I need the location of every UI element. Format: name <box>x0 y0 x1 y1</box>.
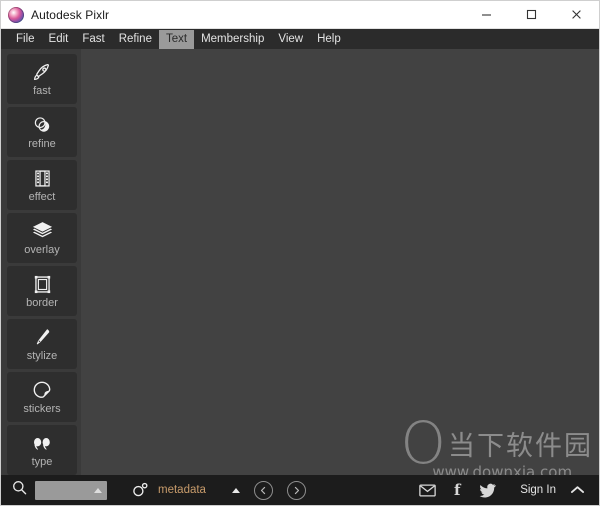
sidebar-item-stylize[interactable]: stylize <box>7 319 77 369</box>
sidebar-item-label: stickers <box>23 403 61 415</box>
minimize-button[interactable] <box>464 1 509 28</box>
sidebar-item-overlay[interactable]: overlay <box>7 213 77 263</box>
window-controls <box>464 1 599 28</box>
sidebar-item-label: fast <box>33 85 51 97</box>
metadata-group[interactable]: metadata <box>131 481 240 499</box>
quote-marks-icon <box>29 432 55 454</box>
film-strip-icon <box>29 167 55 189</box>
menu-item-text[interactable]: Text <box>158 29 195 49</box>
menu-item-help[interactable]: Help <box>310 30 348 49</box>
menu-bar: File Edit Fast Refine Text Membership Vi… <box>1 28 599 49</box>
sidebar-item-refine[interactable]: refine <box>7 107 77 157</box>
menu-item-file[interactable]: File <box>9 30 42 49</box>
sidebar-item-stickers[interactable]: stickers <box>7 372 77 422</box>
sidebar-item-fast[interactable]: fast <box>7 54 77 104</box>
sidebar-item-border[interactable]: border <box>7 266 77 316</box>
tool-sidebar: fast refine effect overlay border styliz… <box>1 49 81 475</box>
window-title: Autodesk Pixlr <box>31 7 110 22</box>
pixlr-window: Autodesk Pixlr File Edit Fast Refine Tex… <box>0 0 600 506</box>
sidebar-item-effect[interactable]: effect <box>7 160 77 210</box>
image-canvas[interactable]: O 当下软件园 www.downxia.com <box>81 49 599 481</box>
sidebar-item-label: type <box>31 456 53 468</box>
sign-in-button[interactable]: Sign In <box>520 484 556 496</box>
rocket-icon <box>29 61 55 83</box>
menu-item-fast[interactable]: Fast <box>75 30 111 49</box>
sidebar-item-type[interactable]: type <box>7 425 77 475</box>
search-group <box>11 479 107 501</box>
sidebar-item-label: stylize <box>26 350 58 362</box>
sidebar-item-label: overlay <box>24 244 60 256</box>
search-input[interactable] <box>35 480 107 500</box>
chevron-up-icon[interactable] <box>570 485 585 495</box>
menu-item-membership[interactable]: Membership <box>194 30 271 49</box>
menu-item-edit[interactable]: Edit <box>42 30 76 49</box>
previous-button[interactable] <box>253 480 273 500</box>
bottom-right-group: f Sign In <box>412 475 589 505</box>
watermark-logo-icon: O <box>400 409 446 477</box>
site-watermark: O 当下软件园 www.downxia.com <box>400 409 593 481</box>
twitter-bird-icon[interactable] <box>472 475 502 505</box>
layers-icon <box>29 220 55 242</box>
sidebar-item-label: border <box>26 297 58 309</box>
sidebar-item-label: effect <box>28 191 56 203</box>
menu-item-view[interactable]: View <box>271 30 310 49</box>
sticker-icon <box>29 379 55 401</box>
envelope-icon[interactable] <box>412 475 442 505</box>
watermark-chinese-text: 当下软件园 <box>448 430 593 462</box>
maximize-button[interactable] <box>509 1 554 28</box>
close-button[interactable] <box>554 1 599 28</box>
facebook-icon[interactable]: f <box>442 475 472 505</box>
menu-item-refine[interactable]: Refine <box>112 30 159 49</box>
metadata-label: metadata <box>158 484 206 496</box>
search-icon[interactable] <box>11 479 28 501</box>
brush-pen-icon <box>29 326 55 348</box>
sidebar-item-label: refine <box>28 138 56 150</box>
metadata-caret-up-icon[interactable] <box>231 487 240 493</box>
workspace: fast refine effect overlay border styliz… <box>1 49 599 481</box>
next-button[interactable] <box>286 480 306 500</box>
pixlr-logo-icon <box>8 6 24 23</box>
bottom-toolbar: metadata f Sign In <box>1 475 599 505</box>
overlapping-circles-icon <box>29 114 55 136</box>
caret-up-icon <box>94 487 102 493</box>
title-bar: Autodesk Pixlr <box>1 1 599 28</box>
frame-icon <box>29 273 55 295</box>
aperture-bubble-icon <box>131 481 149 499</box>
